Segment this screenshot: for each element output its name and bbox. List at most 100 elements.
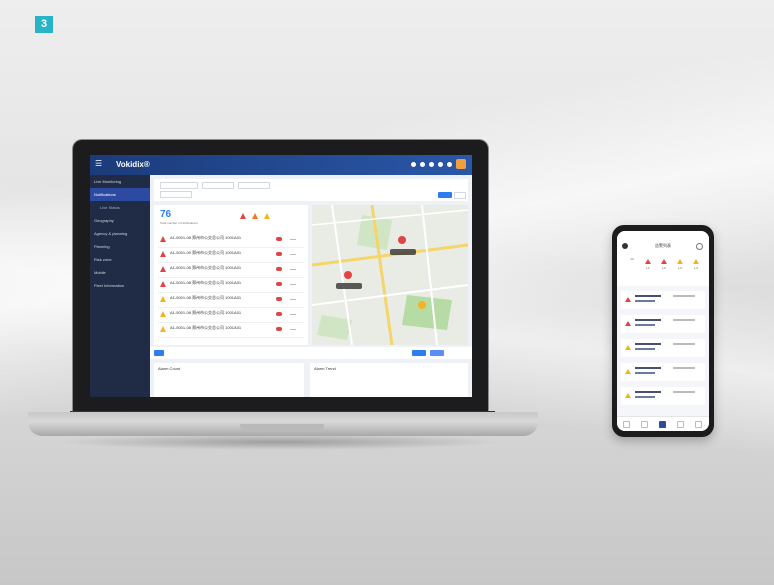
sidebar-item-live-monitoring[interactable]: Live Monitoring (90, 175, 150, 188)
sidebar-item-live-status[interactable]: Live Status (90, 201, 150, 214)
more-icon[interactable] (290, 329, 296, 330)
export-button[interactable] (430, 350, 444, 356)
card-line (635, 343, 661, 345)
vehicle-icon[interactable] (276, 312, 282, 316)
query-button[interactable] (412, 350, 426, 356)
brand-logo: Vokidix® (116, 160, 150, 169)
vehicle-icon[interactable] (276, 327, 282, 331)
table-row[interactable]: A1-5001-08 郑州市公交总公司 1001A01 (158, 278, 304, 293)
card-line (673, 367, 695, 369)
tab-alarm-icon[interactable] (659, 421, 666, 428)
filter-field[interactable] (238, 182, 270, 189)
topbar-icons (411, 159, 466, 169)
table-row[interactable]: A1-5001-08 郑州市公交总公司 1001A01 (158, 263, 304, 278)
row-title: A1-5001-08 郑州市公交总公司 1001A01 (170, 265, 242, 270)
phone-search-icon[interactable] (696, 243, 703, 250)
vehicle-icon[interactable] (276, 267, 282, 271)
map-view[interactable] (312, 205, 468, 345)
laptop-shadow (55, 434, 505, 450)
row-title: A1-5001-08 郑州市公交总公司 1001A01 (170, 310, 242, 315)
alarm-icon (160, 251, 166, 257)
tab-user-icon[interactable] (695, 421, 702, 428)
more-icon[interactable] (290, 239, 296, 240)
alarm-icon (625, 297, 631, 302)
menu-icon[interactable]: ☰ (95, 159, 102, 168)
sidebar-item-mobile[interactable]: Mobile (90, 266, 150, 279)
table-row[interactable]: A1-5001-08 郑州市公交总公司 1001A01 (158, 323, 304, 338)
phone-stat[interactable]: L2 (657, 257, 671, 275)
phone-screen: 告警列表 All L1 L2 L3 L4 (617, 231, 709, 431)
sidebar-item-risk-zone[interactable]: Risk zone (90, 253, 150, 266)
filter-field[interactable] (202, 182, 234, 189)
message-icon[interactable] (420, 162, 425, 167)
vehicle-icon[interactable] (276, 252, 282, 256)
fullscreen-icon[interactable] (447, 162, 452, 167)
filter-bar (154, 179, 468, 201)
alarm-red-icon (240, 213, 246, 219)
phone-alarm-card[interactable] (621, 339, 705, 357)
phone-alarm-card[interactable] (621, 387, 705, 405)
phone-stat[interactable]: L1 (641, 257, 655, 275)
table-row[interactable]: A1-5001-08 郑州市公交总公司 1001A01 (158, 308, 304, 323)
phone-stat[interactable]: L4 (689, 257, 703, 275)
alarm-orange-icon (252, 213, 258, 219)
phone-alarm-card[interactable] (621, 291, 705, 309)
alarm-icon (677, 259, 683, 264)
alarm-icon (160, 326, 166, 332)
help-icon[interactable] (438, 162, 443, 167)
alarm-count-panel: Alarm Count (154, 363, 304, 397)
map-marker (398, 236, 406, 244)
more-icon[interactable] (290, 284, 296, 285)
table-row[interactable]: A1-5001-09 郑州市公交总公司 1001A01 (158, 248, 304, 263)
vehicle-icon[interactable] (276, 237, 282, 241)
sidebar-item-planning[interactable]: Planning (90, 240, 150, 253)
card-line (635, 391, 661, 393)
more-icon[interactable] (290, 314, 296, 315)
sidebar-item-agency[interactable]: Agency & planning (90, 227, 150, 240)
tab-all[interactable] (154, 350, 164, 356)
alarm-icon (693, 259, 699, 264)
alarm-icon (160, 236, 166, 242)
phone-header: 告警列表 All L1 L2 L3 L4 (617, 231, 709, 286)
sidebar-item-geography[interactable]: Geography (90, 214, 150, 227)
card-line (635, 348, 655, 350)
table-row[interactable]: A1-5001-08 郑州市公交总公司 1001A01 (158, 233, 304, 248)
table-row[interactable]: A1-5001-08 郑州市公交总公司 1001A01 (158, 293, 304, 308)
search-button[interactable] (438, 192, 452, 198)
laptop-notch (240, 424, 324, 430)
sidebar-item-notifications[interactable]: Notifications (90, 188, 150, 201)
more-icon[interactable] (290, 299, 296, 300)
card-line (673, 295, 695, 297)
avatar[interactable] (456, 159, 466, 169)
phone-alarm-card[interactable] (621, 315, 705, 333)
row-title: A1-5001-09 郑州市公交总公司 1001A01 (170, 250, 242, 255)
phone-alarm-card[interactable] (621, 363, 705, 381)
filter-field[interactable] (160, 191, 192, 198)
phone-stat[interactable]: L3 (673, 257, 687, 275)
card-line (635, 396, 655, 398)
alarm-icon (625, 321, 631, 326)
panel-title: Alarm Trend (314, 366, 336, 371)
card-line (635, 372, 655, 374)
tab-map-icon[interactable] (677, 421, 684, 428)
vehicle-icon[interactable] (276, 282, 282, 286)
filter-field[interactable] (160, 182, 198, 189)
notification-icon[interactable] (411, 162, 416, 167)
settings-icon[interactable] (429, 162, 434, 167)
sidebar-item-fleet[interactable]: Fleet Information (90, 279, 150, 292)
phone-stat[interactable]: All (625, 257, 639, 275)
tab-list-icon[interactable] (641, 421, 648, 428)
vehicle-icon[interactable] (276, 297, 282, 301)
phone-stat-label: L3 (678, 266, 682, 270)
tab-home-icon[interactable] (623, 421, 630, 428)
alarm-icon (625, 393, 631, 398)
alarm-icon (645, 259, 651, 264)
map-marker (418, 301, 426, 309)
phone-stat-label: All (630, 257, 634, 261)
more-icon[interactable] (290, 269, 296, 270)
reset-button[interactable] (454, 192, 466, 199)
more-icon[interactable] (290, 254, 296, 255)
notification-count-label: Total number of Notifications (160, 221, 198, 225)
map-marker (344, 271, 352, 279)
alarm-icon (160, 296, 166, 302)
